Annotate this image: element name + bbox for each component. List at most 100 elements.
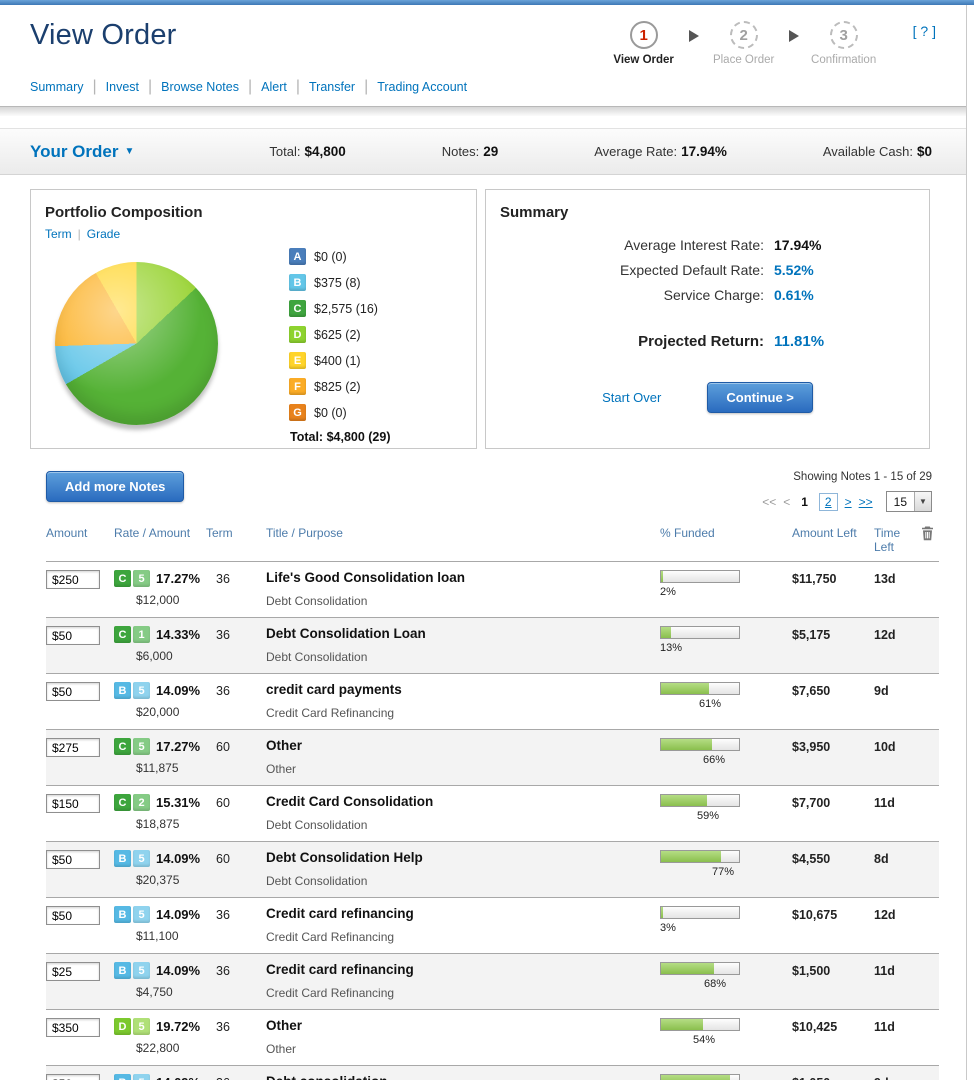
row-spacer [906,1018,936,1056]
amount-cell [46,626,114,664]
row-spacer [906,738,936,776]
grade-badge: C [114,570,131,587]
note-amount-input[interactable] [46,906,100,925]
note-row: B514.09%$20,37560Debt Consolidation Help… [46,841,939,897]
column-header-time[interactable]: Time Left [860,526,906,554]
checkout-steps: 1View Order2Place Order3Confirmation [601,19,887,66]
loan-term: 36 [206,1074,266,1080]
pager-first[interactable]: << [762,495,776,509]
panels-row: Portfolio Composition Term|Grade A$0 (0)… [0,175,966,449]
note-amount-input[interactable] [46,570,100,589]
column-header-title[interactable]: Title / Purpose [266,526,634,554]
note-amount-input[interactable] [46,1074,100,1080]
loan-title[interactable]: Life's Good Consolidation loan [266,570,634,585]
rate-cell: C215.31%$18,875 [114,794,206,832]
summary-row: Average Interest Rate:17.94% [486,237,929,253]
pager-page-link[interactable]: 2 [825,495,832,509]
column-header-amount[interactable]: Amount [46,526,114,554]
time-left: 12d [860,906,906,944]
step-label: View Order [613,54,674,66]
nav-link[interactable]: Invest [106,80,139,94]
interest-rate: 15.31% [156,795,200,810]
loan-amount: $11,100 [136,929,206,943]
loan-title[interactable]: Debt Consolidation Help [266,850,634,865]
pager-page[interactable]: 2 [819,493,838,511]
grade-g-swatch-icon: G [289,404,306,421]
interest-rate: 14.09% [156,1075,200,1080]
add-more-notes-button[interactable]: Add more Notes [46,471,184,502]
funded-cell: 54% [634,1018,774,1056]
your-order-dropdown[interactable]: Your Order ▼ [30,142,134,162]
help-link[interactable]: [ ? ] [913,23,936,39]
pager-prev[interactable]: < [783,495,790,509]
funded-percent: 2% [660,586,774,598]
portfolio-tab-term[interactable]: Term [45,227,72,241]
summary-row-label: Average Interest Rate: [486,237,764,253]
nav-link[interactable]: Summary [30,80,83,94]
page-size-select[interactable]: 15▼ [886,491,932,512]
loan-title[interactable]: Credit card refinancing [266,906,634,921]
loan-term: 36 [206,570,266,608]
column-header-rate[interactable]: Rate / Amount [114,526,206,554]
funded-progress-fill [661,1075,730,1080]
note-amount-input[interactable] [46,682,100,701]
start-over-link[interactable]: Start Over [602,390,661,405]
grade-c-swatch-icon: C [289,300,306,317]
row-spacer [906,1074,936,1080]
funded-cell: 66% [634,738,774,776]
nav-link[interactable]: Trading Account [377,80,467,94]
nav-item-transfer: Transfer [309,78,377,96]
column-header-funded[interactable]: % Funded [634,526,774,554]
delete-column-icon[interactable] [906,526,936,554]
funded-percent: 61% [699,698,774,710]
page-title: View Order [30,19,177,52]
step-label: Confirmation [811,54,876,66]
amount-left: $10,675 [774,906,860,944]
step-confirmation: 3Confirmation [801,21,887,66]
rate-line: B514.09% [114,1074,206,1080]
nav-link[interactable]: Transfer [309,80,355,94]
nav-link[interactable]: Alert [261,80,287,94]
note-amount-input[interactable] [46,626,100,645]
loan-amount: $11,875 [136,761,206,775]
pager-next[interactable]: > [845,495,852,509]
column-header-term[interactable]: Term [206,526,266,554]
note-row: C215.31%$18,87560Credit Card Consolidati… [46,785,939,841]
nav-link[interactable]: Browse Notes [161,80,239,94]
legend-row-c: C$2,575 (16) [289,300,391,317]
legend-row-d: D$625 (2) [289,326,391,343]
loan-amount: $20,000 [136,705,206,719]
continue-button[interactable]: Continue > [707,382,813,413]
title-cell: Credit Card ConsolidationDebt Consolidat… [266,794,634,832]
rate-line: B514.09% [114,962,206,979]
loan-title[interactable]: credit card payments [266,682,634,697]
loan-title[interactable]: Debt consolidation [266,1074,634,1080]
summary-title: Summary [486,190,929,221]
loan-purpose: Other [266,1042,634,1056]
loan-title[interactable]: Credit Card Consolidation [266,794,634,809]
amount-cell [46,570,114,608]
order-stat-label: Total: [269,144,300,159]
column-header-left[interactable]: Amount Left [774,526,860,554]
summary-row-label: Service Charge: [486,287,764,303]
pager-last[interactable]: >> [859,495,873,509]
loan-title[interactable]: Other [266,1018,634,1033]
dropdown-arrow-icon: ▼ [914,492,931,511]
summary-actions: Start Over Continue > [486,382,929,413]
note-row: B514.09%$4,75036Credit card refinancingC… [46,953,939,1009]
note-amount-input[interactable] [46,962,100,981]
note-amount-input[interactable] [46,794,100,813]
portfolio-tab-grade[interactable]: Grade [87,227,120,241]
note-amount-input[interactable] [46,850,100,869]
note-amount-input[interactable] [46,738,100,757]
funded-progress-bar [660,1074,740,1080]
loan-title[interactable]: Other [266,738,634,753]
nav-item-summary: Summary [30,78,106,96]
summary-row-value: 0.61% [774,287,814,303]
loan-term: 36 [206,906,266,944]
note-amount-input[interactable] [46,1018,100,1037]
funded-progress-bar [660,906,740,919]
loan-title[interactable]: Debt Consolidation Loan [266,626,634,641]
rate-cell: B514.09%$20,000 [114,682,206,720]
loan-title[interactable]: Credit card refinancing [266,962,634,977]
